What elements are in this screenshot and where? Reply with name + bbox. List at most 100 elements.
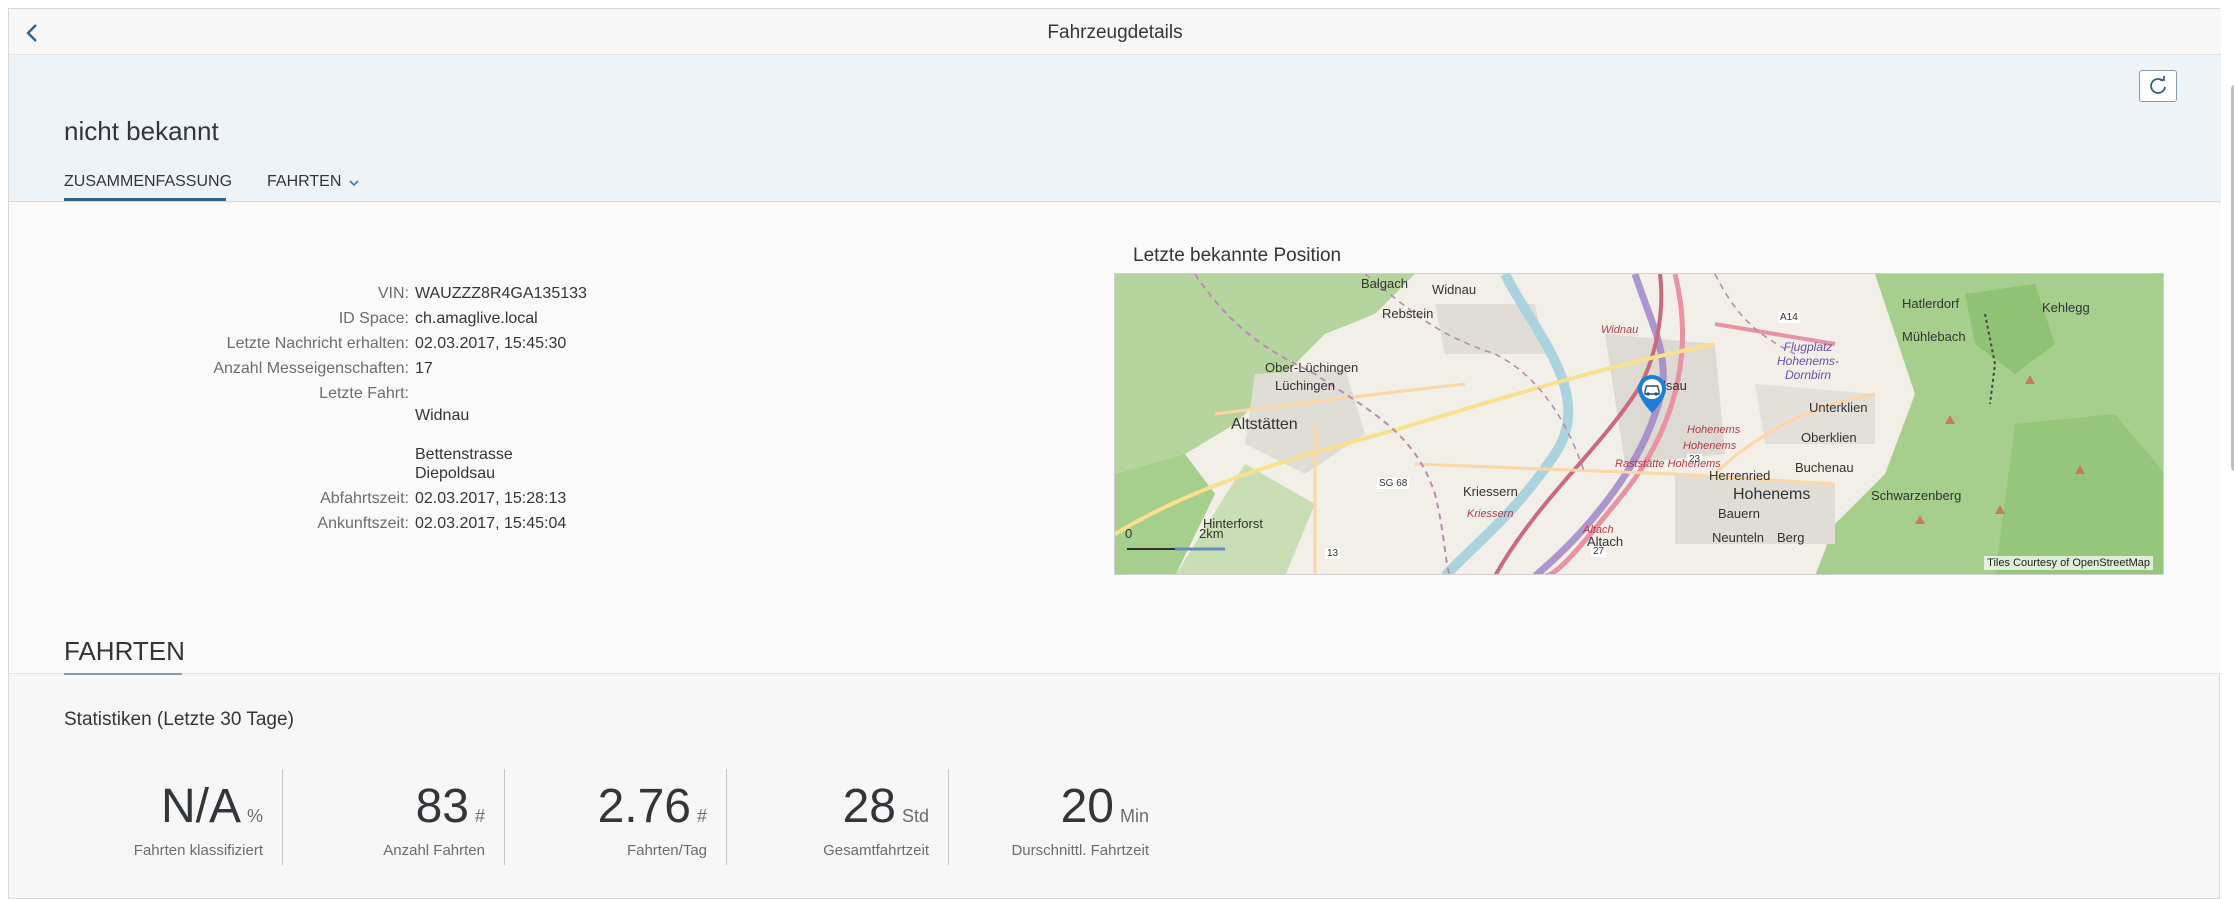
detail-row-last-message: Letzte Nachricht erhalten: xyxy=(9,335,409,355)
road-label: Widnau xyxy=(1601,324,1639,336)
object-title: nicht bekannt xyxy=(64,116,219,146)
map-place-label: Herrenried xyxy=(1709,468,1771,483)
kpi-trip-count: 83 # Anzahl Fahrten xyxy=(283,769,505,869)
detail-value-measurements: 17 xyxy=(415,360,433,377)
map-place-label: Ober-Lüchingen xyxy=(1265,360,1359,375)
road-label: Raststätte Hohenems xyxy=(1615,458,1721,470)
airfield-label: Flugplatz Hohenems-Dornbirn xyxy=(1776,340,1840,382)
kpi-number: 2.76 xyxy=(597,780,691,833)
refresh-button[interactable] xyxy=(2139,70,2177,102)
chevron-down-icon[interactable] xyxy=(348,177,360,189)
tab-summary[interactable]: ZUSAMMENFASSUNG xyxy=(64,173,232,191)
road-label: Hohenems xyxy=(1683,440,1737,452)
kpi-number: 28 xyxy=(842,780,896,833)
section-title-trips: FAHRTEN xyxy=(64,636,185,666)
detail-label: Ankunftszeit: xyxy=(317,515,409,532)
scrollbar-track[interactable] xyxy=(2221,64,2231,899)
map-place-label: Hohenems xyxy=(1733,486,1811,503)
map-place-label: Widnau xyxy=(1432,282,1477,297)
detail-row-vin: VIN: xyxy=(9,285,409,305)
active-tab-indicator xyxy=(64,198,226,201)
section-title-underline xyxy=(64,673,182,675)
detail-label: Letzte Nachricht erhalten: xyxy=(226,335,409,352)
map-place-label: Altstätten xyxy=(1231,416,1298,433)
kpi-value: N/A% xyxy=(161,779,263,834)
kpi-avg-drive-time: 20 Min Durschnittl. Fahrtzeit xyxy=(949,769,1149,869)
map-place-label: Neunteln xyxy=(1712,530,1765,545)
object-header: nicht bekannt ZUSAMMENFASSUNG FAHRTEN xyxy=(9,56,2221,202)
road-label: Kriessern xyxy=(1467,508,1514,520)
detail-row-last-trip: Letzte Fahrt: xyxy=(9,385,409,405)
kpi-total-drive-time: 28 Std Gesamtfahrtzeit xyxy=(727,769,949,869)
vehicle-location-marker-icon[interactable] xyxy=(1637,374,1667,414)
trip-line: Bettenstrasse xyxy=(415,446,513,463)
kpi-value: 20 Min xyxy=(1061,779,1149,834)
kpi-unit: % xyxy=(246,806,263,826)
kpi-number: 83 xyxy=(415,780,469,833)
kpi-unit: Min xyxy=(1119,806,1149,826)
detail-value-last-message: 02.03.2017, 15:45:30 xyxy=(415,335,567,352)
map-place-label: Buchenau xyxy=(1795,460,1854,475)
kpi-unit: # xyxy=(696,806,707,826)
detail-label: Abfahrtszeit: xyxy=(320,490,409,507)
position-map[interactable]: Balgach Widnau Rebstein Hatlerdorf Kehle… xyxy=(1114,273,2164,575)
kpi-number: 20 xyxy=(1060,780,1114,833)
detail-value-departure: 02.03.2017, 15:28:13 xyxy=(415,490,567,507)
road-label: Hohenems xyxy=(1687,424,1741,436)
app-shell: Fahrzeugdetails nicht bekannt ZUSAMMENFA… xyxy=(8,8,2234,899)
map-place-label: Balgach xyxy=(1361,276,1408,291)
kpi-label: Anzahl Fahrten xyxy=(383,842,485,859)
tab-trips[interactable]: FAHRTEN xyxy=(267,173,341,191)
detail-row-measurements: Anzahl Messeigenschaften: xyxy=(9,360,409,380)
detail-label: Letzte Fahrt: xyxy=(319,385,409,402)
scale-zero-label: 0 xyxy=(1125,526,1133,541)
road-label: 27 xyxy=(1591,546,1607,557)
detail-row-id-space: ID Space: xyxy=(9,310,409,330)
kpi-label: Durschnittl. Fahrtzeit xyxy=(1011,842,1149,859)
detail-value-vin: WAUZZZ8R4GA135133 xyxy=(415,285,587,302)
detail-label: Anzahl Messeigenschaften: xyxy=(213,360,409,377)
refresh-icon xyxy=(2150,76,2166,94)
map-place-label: Lüchingen xyxy=(1275,378,1335,393)
map-attribution: Tiles Courtesy of OpenStreetMap xyxy=(1984,556,2153,570)
kpi-value: 28 Std xyxy=(843,779,929,834)
detail-value-arrival: 02.03.2017, 15:45:04 xyxy=(415,515,567,532)
road-label: Altach xyxy=(1583,524,1614,536)
map-place-label: Kehlegg xyxy=(2042,300,2090,315)
kpi-label: Fahrten klassifiziert xyxy=(133,842,263,859)
detail-label: VIN: xyxy=(377,285,409,302)
map-place-label: Hatlerdorf xyxy=(1902,296,1960,311)
kpi-unit: Std xyxy=(901,806,929,826)
kpi-trips-per-day: 2.76 # Fahrten/Tag xyxy=(505,769,727,869)
section-divider xyxy=(9,673,2221,674)
scale-distance-label: 2km xyxy=(1199,526,1224,541)
detail-row-departure: Abfahrtszeit: xyxy=(9,490,409,510)
kpi-label: Gesamtfahrtzeit xyxy=(823,842,929,859)
page-title: Fahrzeugdetails xyxy=(1047,22,1183,43)
kpi-unit: # xyxy=(474,806,485,826)
road-label: SG 68 xyxy=(1377,478,1410,489)
map-place-label: Mühlebach xyxy=(1902,329,1966,344)
top-bar: Fahrzeugdetails xyxy=(9,9,2221,55)
map-place-label: Schwarzenberg xyxy=(1871,488,1962,503)
map-place-label: Bauern xyxy=(1718,506,1760,521)
map-place-label: Oberklien xyxy=(1801,430,1857,445)
kpi-value: 2.76 # xyxy=(598,779,707,834)
road-label: 13 xyxy=(1325,548,1341,559)
kpi-value: 83 # xyxy=(416,779,485,834)
trip-line: Diepoldsau xyxy=(415,465,496,482)
map-place-label: Rebstein xyxy=(1382,306,1434,321)
kpi-label: Fahrten/Tag xyxy=(626,842,707,859)
map-place-label: Unterklien xyxy=(1809,400,1868,415)
map-place-label: Berg xyxy=(1777,530,1805,545)
kpi-trips-classified: N/A% Fahrten klassifiziert xyxy=(93,769,283,869)
detail-row-arrival: Ankunftszeit: xyxy=(9,515,409,535)
detail-value-id-space: ch.amaglive.local xyxy=(415,310,538,327)
kpi-number: N/A xyxy=(160,780,241,833)
trip-line: Widnau xyxy=(415,407,470,424)
map-title: Letzte bekannte Position xyxy=(1133,245,1342,266)
statistics-title: Statistiken (Letzte 30 Tage) xyxy=(64,709,294,730)
map-place-label: Kriessern xyxy=(1463,484,1518,499)
road-label: A14 xyxy=(1778,312,1800,323)
detail-label: ID Space: xyxy=(338,310,409,327)
